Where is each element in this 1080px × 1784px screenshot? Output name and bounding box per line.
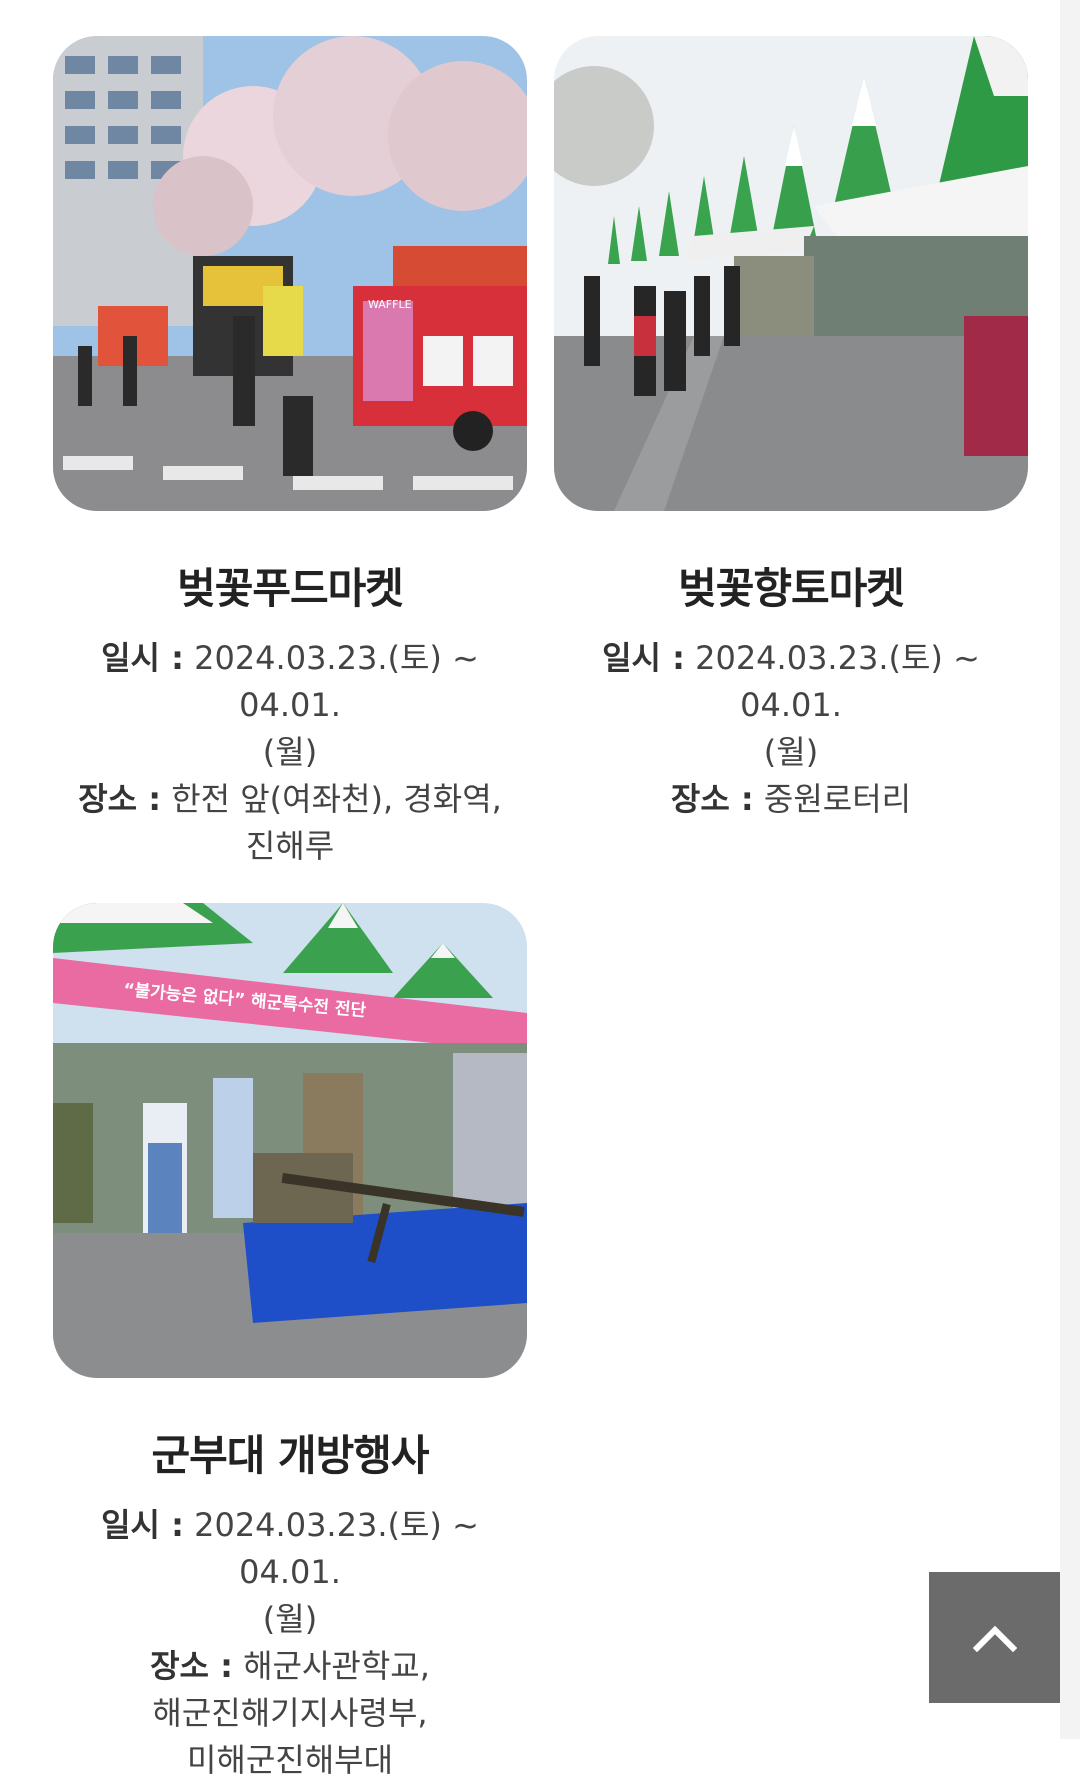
date-value: 2024.03.23.(토) ~ 04.01.	[194, 639, 479, 724]
place-value: 한전 앞(여좌천), 경화역,	[171, 780, 502, 818]
date-value-cont: (월)	[262, 733, 318, 771]
festival-card-local-market[interactable]: 벚꽃향토마켓 일시 : 2024.03.23.(토) ~ 04.01. (월) …	[554, 36, 1028, 823]
scroll-to-top-button[interactable]	[929, 1572, 1060, 1703]
date-value: 2024.03.23.(토) ~ 04.01.	[695, 639, 980, 724]
scroll-gutter	[1060, 0, 1080, 1739]
market-tents-photo[interactable]	[554, 36, 1028, 511]
place-value: 해군사관학교,	[243, 1647, 430, 1685]
card-info: 일시 : 2024.03.23.(토) ~ 04.01. (월) 장소 : 중원…	[554, 635, 1028, 823]
food-truck-street-photo[interactable]: WAFFLE	[53, 36, 527, 511]
card-info: 일시 : 2024.03.23.(토) ~ 04.01. (월) 장소 : 한전…	[53, 635, 527, 870]
date-value-cont: (월)	[262, 1600, 318, 1638]
place-label: 장소 :	[78, 780, 162, 818]
place-value-cont: 해군진해기지사령부,	[152, 1694, 428, 1732]
card-title: 벚꽃향토마켓	[678, 564, 905, 613]
festival-card-food-market[interactable]: WAFFLE 벚꽃푸드마켓 일시 : 2024.03.23.(토) ~ 04.0…	[53, 36, 527, 870]
festival-card-military-open-event[interactable]: “불가능은 없다” 해군특수전 전단 군부대 개방행사 일시 : 2024.03…	[53, 903, 527, 1784]
date-value-cont: (월)	[763, 733, 819, 771]
place-label: 장소 :	[150, 1647, 233, 1685]
card-title: 벚꽃푸드마켓	[177, 564, 404, 613]
chevron-up-icon	[972, 1625, 1017, 1652]
date-label: 일시 :	[101, 639, 184, 677]
date-label: 일시 :	[101, 1506, 184, 1544]
place-value: 중원로터리	[763, 780, 912, 818]
date-label: 일시 :	[602, 639, 685, 677]
place-value-cont: 미해군진해부대	[186, 1741, 394, 1779]
date-value: 2024.03.23.(토) ~ 04.01.	[194, 1506, 479, 1591]
military-open-event-photo[interactable]: “불가능은 없다” 해군특수전 전단	[53, 903, 527, 1378]
place-value-cont: 진해루	[245, 827, 335, 865]
place-label: 장소 :	[670, 780, 754, 818]
card-info: 일시 : 2024.03.23.(토) ~ 04.01. (월) 장소 : 해군…	[53, 1502, 527, 1784]
card-title: 군부대 개방행사	[151, 1431, 429, 1480]
truck-sign-text: WAFFLE	[368, 298, 412, 311]
